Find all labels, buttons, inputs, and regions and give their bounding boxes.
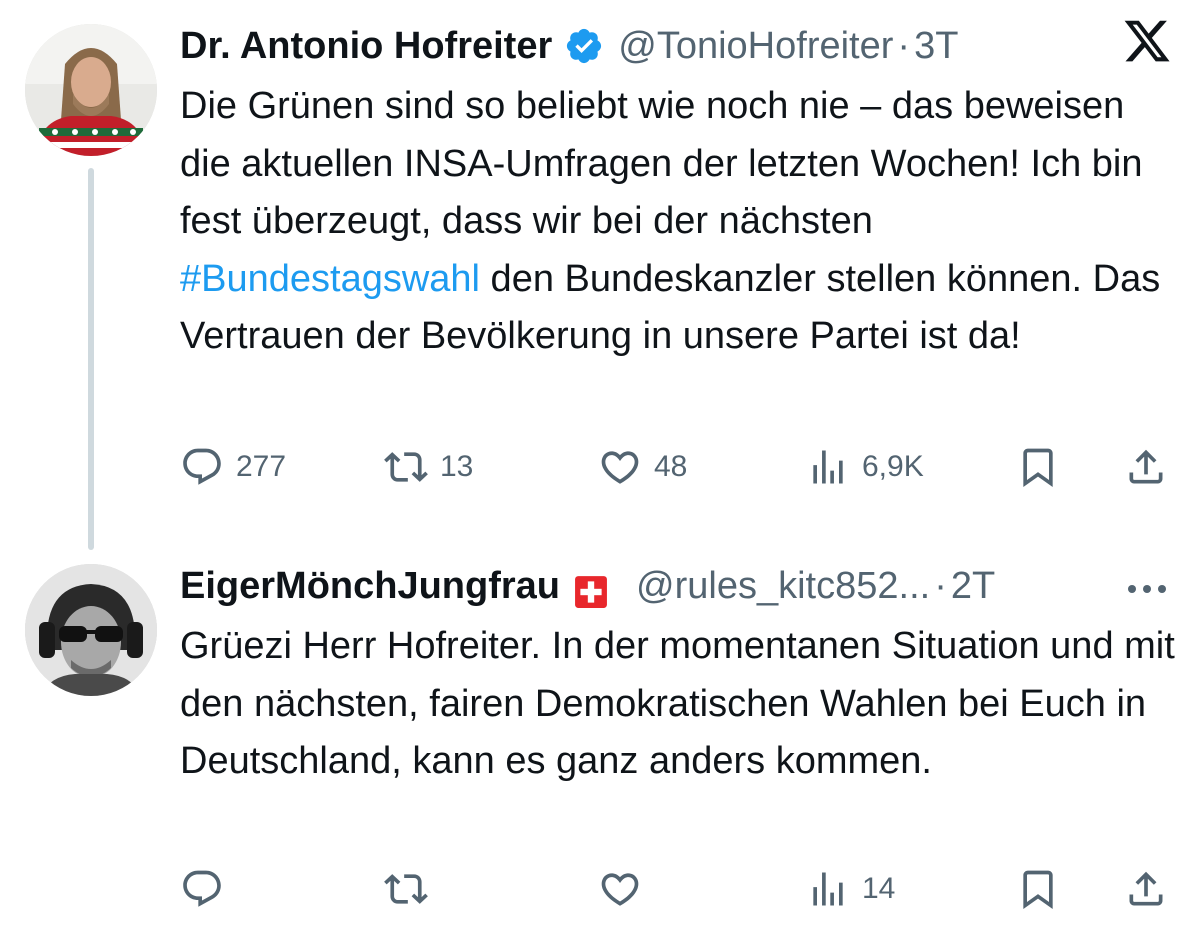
tweet[interactable]: Dr. Antonio Hofreiter @TonioHofreiter · 3T… — [0, 0, 1199, 550]
verified-badge-icon — [564, 26, 604, 66]
tweet-header: EigerMönchJungfrau @rules_kitc852... · 2T — [180, 558, 995, 614]
like-count: 48 — [654, 450, 688, 483]
reply-button[interactable] — [180, 864, 224, 914]
repost-button[interactable]: 13 — [384, 442, 473, 492]
views-icon — [813, 872, 843, 906]
reply-button[interactable]: 277 — [180, 442, 286, 492]
like-button[interactable] — [598, 864, 642, 914]
tweet-text: Die Grünen sind so beliebt wie noch nie … — [180, 78, 1180, 366]
views-button[interactable]: 14 — [806, 864, 895, 914]
reply-count: 277 — [236, 450, 287, 483]
separator-dot: · — [934, 565, 947, 607]
author-handle[interactable]: @TonioHofreiter — [618, 18, 893, 74]
tweet[interactable]: EigerMönchJungfrau @rules_kitc852... · 2T … — [0, 540, 1199, 940]
heart-icon — [601, 451, 639, 484]
action-bar: 14 — [180, 864, 1170, 914]
avatar[interactable] — [25, 24, 157, 156]
repost-icon — [384, 874, 428, 904]
bookmark-icon — [1023, 448, 1053, 488]
repost-button[interactable] — [384, 864, 428, 914]
like-button[interactable]: 48 — [598, 442, 687, 492]
view-count: 6,9K — [862, 450, 924, 483]
share-button[interactable] — [1124, 442, 1168, 492]
share-icon — [1129, 449, 1163, 484]
timestamp[interactable]: 2T — [951, 558, 995, 614]
bookmark-icon — [1023, 870, 1053, 910]
author-handle[interactable]: @rules_kitc852... — [636, 558, 930, 614]
share-icon — [1129, 871, 1163, 906]
action-bar: 277 13 48 6,9K — [180, 442, 1170, 492]
avatar[interactable] — [25, 564, 157, 696]
heart-icon — [601, 873, 639, 906]
reply-icon — [183, 870, 221, 907]
repost-icon — [384, 452, 428, 482]
tweet-header: Dr. Antonio Hofreiter @TonioHofreiter · 3T — [180, 18, 958, 74]
hashtag-link[interactable]: #Bundestagswahl — [180, 258, 480, 300]
x-logo-icon[interactable] — [1122, 16, 1172, 66]
separator-dot: · — [897, 25, 911, 67]
bookmark-button[interactable] — [1016, 864, 1060, 914]
views-icon — [813, 450, 843, 484]
tweet-text-part: Die Grünen sind so beliebt wie noch nie … — [180, 85, 1143, 242]
views-button[interactable]: 6,9K — [806, 442, 924, 492]
reply-icon — [183, 448, 221, 485]
swiss-flag-icon — [574, 569, 608, 608]
tweet-text: Grüezi Herr Hofreiter. In der momentanen… — [180, 625, 1175, 782]
bookmark-button[interactable] — [1016, 442, 1060, 492]
repost-count: 13 — [440, 450, 474, 483]
thread-line — [88, 168, 94, 550]
author-name[interactable]: Dr. Antonio Hofreiter — [180, 18, 552, 74]
more-icon[interactable] — [1125, 582, 1169, 596]
author-name[interactable]: EigerMönchJungfrau — [180, 558, 560, 614]
share-button[interactable] — [1124, 864, 1168, 914]
timestamp[interactable]: 3T — [914, 18, 958, 74]
view-count: 14 — [862, 872, 896, 905]
